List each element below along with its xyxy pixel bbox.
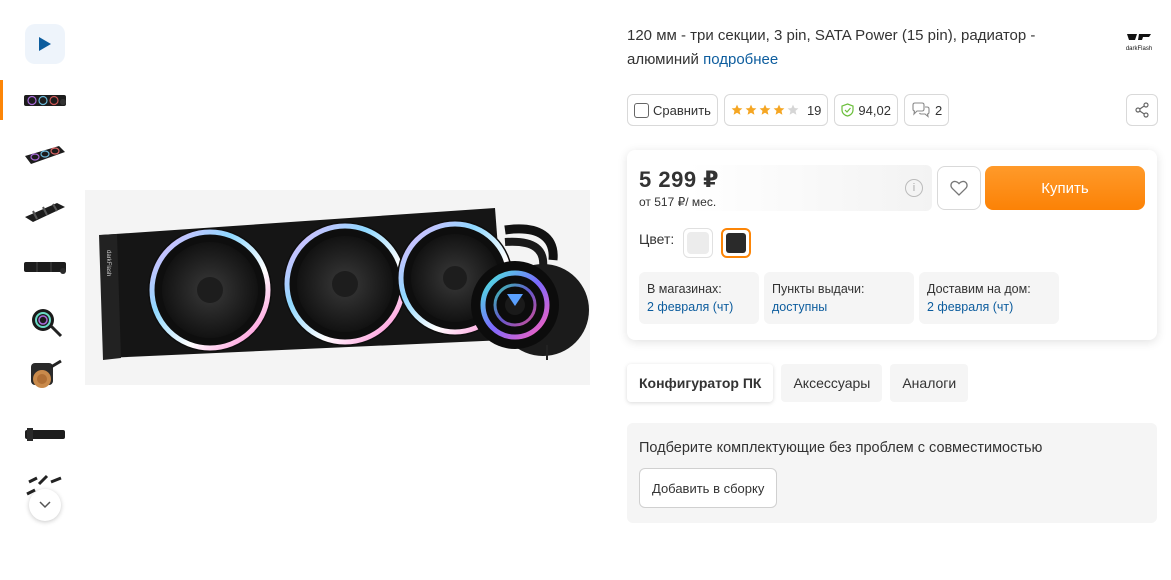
- compare-checkbox[interactable]: [634, 102, 649, 118]
- installment-price[interactable]: от 517 ₽/ мес.: [639, 195, 716, 209]
- availability-value-link[interactable]: 2 февраля (чт): [647, 298, 751, 316]
- color-label: Цвет:: [639, 231, 675, 247]
- star-filled-icon: [773, 104, 785, 115]
- star-filled-icon: [731, 104, 743, 115]
- info-icon[interactable]: i: [905, 179, 923, 197]
- availability-title: Пункты выдачи:: [772, 282, 865, 296]
- product-description: 120 мм - три секции, 3 pin, SATA Power (…: [627, 24, 1067, 72]
- tab-analogs[interactable]: Аналоги: [890, 364, 969, 402]
- availability-title: Доставим на дом:: [927, 282, 1031, 296]
- reliability-button[interactable]: 94,02: [834, 94, 898, 126]
- compare-label: Сравнить: [653, 102, 711, 118]
- thumbnail-gallery: [0, 0, 80, 580]
- svg-text:darkFlash: darkFlash: [1126, 46, 1152, 52]
- thumbnail-top-view[interactable]: [20, 245, 70, 289]
- reliability-value: 94,02: [858, 102, 891, 118]
- rating-stars: [731, 104, 799, 116]
- main-product-image[interactable]: darkFlash: [85, 190, 590, 385]
- add-to-build-button[interactable]: Добавить в сборку: [639, 468, 778, 508]
- questions-count: 2: [934, 102, 943, 118]
- share-button[interactable]: [1126, 94, 1158, 126]
- price: 5 299 ₽: [639, 167, 719, 192]
- availability-value-link[interactable]: доступны: [772, 298, 906, 316]
- heart-icon: [950, 180, 968, 196]
- chevron-down-icon: [39, 501, 51, 509]
- chat-bubbles-icon: [912, 102, 930, 118]
- brand-logo[interactable]: darkFlash: [1119, 28, 1159, 58]
- thumbnail-front-view[interactable]: [20, 78, 70, 122]
- liquid-cooler-image: darkFlash: [85, 190, 590, 385]
- thumbnail-pump-head[interactable]: [20, 300, 70, 344]
- star-filled-icon: [759, 104, 771, 115]
- availability-pickup: Пункты выдачи: доступны: [764, 272, 914, 324]
- more-details-link[interactable]: подробнее: [703, 51, 778, 68]
- color-swatch-black[interactable]: [721, 228, 751, 258]
- star-filled-icon: [745, 104, 757, 115]
- rating-button[interactable]: 19: [723, 94, 829, 126]
- availability-value-link[interactable]: 2 февраля (чт): [927, 298, 1051, 316]
- availability-delivery: Доставим на дом: 2 февраля (чт): [919, 272, 1059, 324]
- color-swatch-white[interactable]: [683, 228, 713, 258]
- favorite-button[interactable]: [937, 166, 981, 210]
- thumbnail-side-view[interactable]: [20, 190, 70, 234]
- product-description-text: 120 мм - три секции, 3 pin, SATA Power (…: [627, 27, 1036, 68]
- svg-text:darkFlash: darkFlash: [105, 250, 111, 276]
- reviews-count: 19: [806, 102, 822, 118]
- darkflash-logo-icon: darkFlash: [1126, 34, 1152, 52]
- product-tabs: Конфигуратор ПК Аксессуары Аналоги: [627, 364, 969, 402]
- video-thumbnail[interactable]: [25, 24, 65, 64]
- thumbnails-scroll-down-button[interactable]: [29, 489, 61, 521]
- buy-card: 5 299 ₽ от 517 ₽/ мес. i Купить Цвет: В …: [627, 150, 1157, 340]
- compare-button[interactable]: Сравнить: [627, 94, 718, 126]
- availability-title: В магазинах:: [647, 282, 722, 296]
- tab-accessories[interactable]: Аксессуары: [781, 364, 883, 402]
- configurator-text: Подберите комплектующие без проблем с со…: [639, 440, 1043, 456]
- tab-pc-configurator[interactable]: Конфигуратор ПК: [627, 364, 774, 402]
- play-icon: [39, 37, 51, 51]
- thumbnail-radiator-edge[interactable]: [20, 412, 70, 456]
- price-block: 5 299 ₽ от 517 ₽/ мес. i: [627, 165, 932, 211]
- product-page: darkFlash 120 мм - три секции, 3 pin, SA…: [0, 0, 1171, 580]
- buy-button[interactable]: Купить: [985, 166, 1145, 210]
- active-thumbnail-indicator: [0, 80, 3, 120]
- shield-check-icon: [841, 103, 855, 117]
- thumbnail-angle-view[interactable]: [20, 133, 70, 177]
- configurator-panel: Подберите комплектующие без проблем с со…: [627, 423, 1157, 523]
- share-icon: [1135, 102, 1149, 118]
- availability-stores: В магазинах: 2 февраля (чт): [639, 272, 759, 324]
- questions-button[interactable]: 2: [903, 94, 950, 126]
- product-actions: Сравнить 19 94,02 2: [627, 94, 950, 126]
- thumbnail-pump-base[interactable]: [20, 355, 70, 399]
- star-empty-icon: [787, 104, 799, 115]
